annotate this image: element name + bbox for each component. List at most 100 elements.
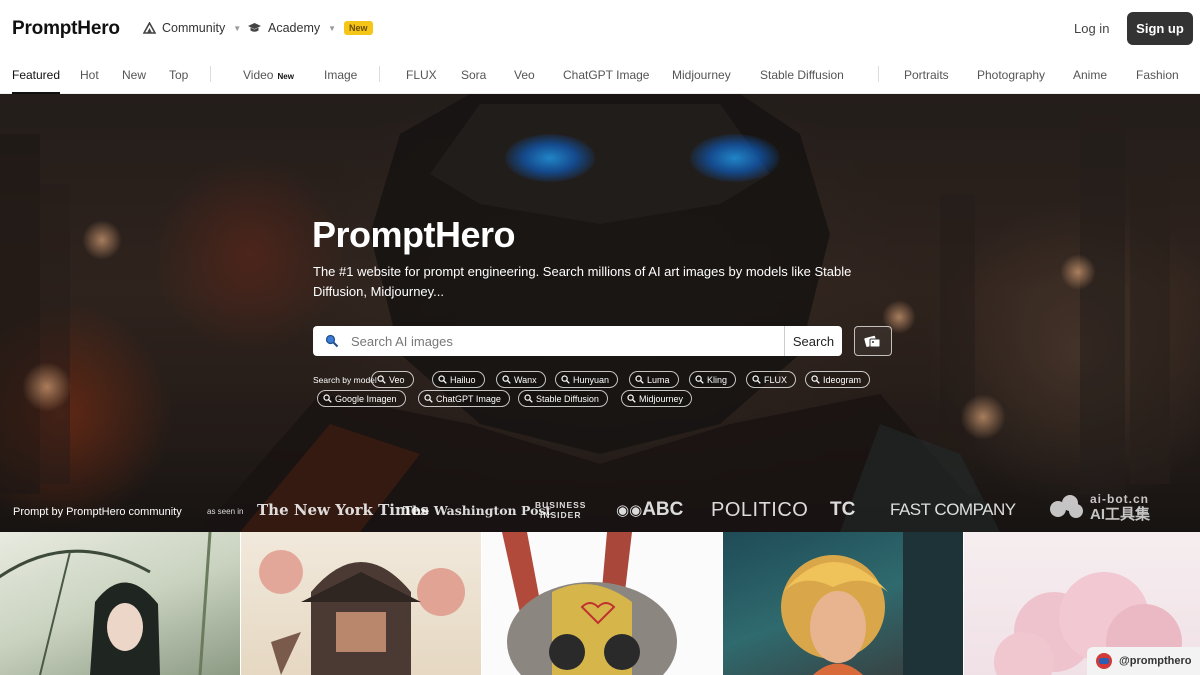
community-menu[interactable]: Community ▼	[143, 21, 241, 35]
model-chip-hunyuan[interactable]: Hunyuan	[555, 371, 619, 388]
search-icon	[313, 334, 351, 348]
hero-title: PromptHero	[312, 214, 516, 255]
new-badge: New	[344, 21, 373, 35]
tab-fashion[interactable]: Fashion	[1136, 68, 1179, 82]
tab-midjourney[interactable]: Midjourney	[672, 68, 731, 82]
tab-divider	[210, 66, 211, 82]
image-gallery	[0, 532, 1200, 675]
tab-portraits[interactable]: Portraits	[904, 68, 949, 82]
signup-button[interactable]: Sign up	[1127, 12, 1193, 45]
search-icon	[627, 394, 636, 403]
prompthero-handle: @prompthero	[1119, 655, 1192, 667]
tab-sora[interactable]: Sora	[461, 68, 486, 82]
tab-stable-diffusion[interactable]: Stable Diffusion	[760, 68, 844, 82]
tab-video-label: Video	[243, 68, 274, 82]
as-seen-in-label: as seen in	[207, 507, 244, 516]
gallery-image-blonde-woman[interactable]	[723, 532, 963, 675]
search-icon	[561, 375, 570, 384]
model-chip-wanx[interactable]: Wanx	[496, 371, 546, 388]
press-logo-abc-text: ABC	[642, 499, 684, 520]
model-chip-luma[interactable]: Luma	[629, 371, 679, 388]
model-chip-label: Ideogram	[823, 374, 862, 385]
model-chip-label: Veo	[389, 374, 405, 385]
search-icon	[635, 375, 644, 384]
search-button[interactable]: Search	[784, 326, 842, 356]
gallery-art	[781, 532, 963, 675]
model-chip-kling[interactable]: Kling	[689, 371, 737, 388]
graduation-cap-icon	[248, 23, 261, 32]
hero-overlay	[0, 94, 1200, 532]
model-chip-google-imagen[interactable]: Google Imagen	[317, 390, 406, 407]
community-icon	[143, 22, 156, 34]
model-chip-label: ChatGPT Image	[436, 393, 501, 404]
image-credit: Prompt by PromptHero community	[13, 506, 182, 518]
search-icon	[811, 375, 820, 384]
search-icon	[323, 394, 332, 403]
press-logo-business-insider: BUSINESS INSIDER	[535, 500, 586, 520]
academy-label: Academy	[268, 21, 321, 35]
search-icon	[377, 375, 386, 384]
tab-photography[interactable]: Photography	[977, 68, 1045, 82]
site-logo[interactable]: PromptHero	[12, 18, 120, 40]
tab-top[interactable]: Top	[169, 68, 188, 82]
search-icon	[502, 375, 511, 384]
search-icon	[424, 394, 433, 403]
tab-flux[interactable]: FLUX	[406, 68, 437, 82]
tab-anime[interactable]: Anime	[1073, 68, 1107, 82]
gallery-art	[502, 532, 677, 675]
watermark: ai-bot.cn AI工具集	[1048, 492, 1150, 522]
chevron-down-icon: ▼	[233, 23, 242, 33]
model-chip-midjourney[interactable]: Midjourney	[621, 390, 693, 407]
prompthero-handle-badge[interactable]: @prompthero	[1087, 647, 1200, 675]
watermark-text: AI工具集	[1090, 506, 1151, 523]
tab-hot[interactable]: Hot	[80, 68, 99, 82]
search-icon	[438, 375, 447, 384]
press-logo-fast-company: FAST COMPANY	[890, 500, 1016, 519]
hero-banner: PromptHero The #1 website for prompt eng…	[0, 94, 1200, 532]
model-chip-label: Stable Diffusion	[536, 393, 599, 404]
gallery-image-woman-umbrella[interactable]	[0, 532, 240, 675]
model-chip-label: Wanx	[514, 374, 537, 385]
community-label: Community	[162, 21, 226, 35]
academy-menu[interactable]: Academy ▼ New	[247, 21, 373, 35]
tab-new[interactable]: New	[122, 68, 146, 82]
press-logo-washington-post: The Washington Post	[403, 503, 552, 518]
search-icon	[752, 375, 761, 384]
model-chip-stable-diffusion[interactable]: Stable Diffusion	[518, 390, 608, 407]
chevron-down-icon: ▼	[328, 23, 337, 33]
tab-veo[interactable]: Veo	[514, 68, 535, 82]
tab-featured[interactable]: Featured	[12, 68, 61, 94]
model-chip-label: Midjourney	[639, 393, 684, 404]
login-link[interactable]: Log in	[1074, 21, 1109, 36]
model-chip-label: Hunyuan	[573, 374, 610, 385]
model-chip-chatgpt-image[interactable]: ChatGPT Image	[418, 390, 510, 407]
prompthero-mascot-icon	[1096, 653, 1112, 669]
top-navbar: PromptHero Community ▼ Academy ▼ New Log…	[0, 0, 1200, 58]
press-logo-bi-line1: BUSINESS	[535, 500, 587, 510]
category-tabs: Featured Hot New Top Video New Image FLUX…	[0, 58, 1200, 94]
image-search-button[interactable]	[854, 326, 892, 356]
gallery-art	[0, 532, 212, 675]
search-by-model-label: Search by model	[313, 375, 377, 385]
watermark-logo-icon	[1050, 495, 1083, 518]
search-field[interactable]	[313, 326, 784, 356]
press-logo-abc: ◉◉ABC	[616, 499, 684, 520]
new-badge: New	[277, 72, 294, 81]
gallery-image-pagoda[interactable]	[241, 532, 481, 675]
search-input[interactable]	[351, 333, 771, 349]
watermark-url: ai-bot.cn	[1090, 492, 1149, 506]
tab-chatgpt-image[interactable]: ChatGPT Image	[563, 68, 649, 82]
model-chip-ideogram[interactable]: Ideogram	[805, 371, 871, 388]
model-chip-flux[interactable]: FLUX	[746, 371, 797, 388]
gallery-image-robot-rabbit[interactable]	[482, 532, 722, 675]
press-logo-techcrunch: TC	[830, 499, 856, 520]
model-chip-veo[interactable]: Veo	[371, 371, 414, 388]
hero-subtitle: The #1 website for prompt engineering. S…	[313, 264, 852, 299]
tab-image[interactable]: Image	[324, 68, 357, 82]
search-icon	[695, 375, 704, 384]
tab-video[interactable]: Video New	[243, 68, 294, 82]
press-logo-politico: POLITICO	[711, 499, 809, 521]
model-chip-label: Google Imagen	[335, 393, 397, 404]
model-chip-hailuo[interactable]: Hailuo	[432, 371, 485, 388]
model-chip-label: Kling	[707, 374, 728, 385]
